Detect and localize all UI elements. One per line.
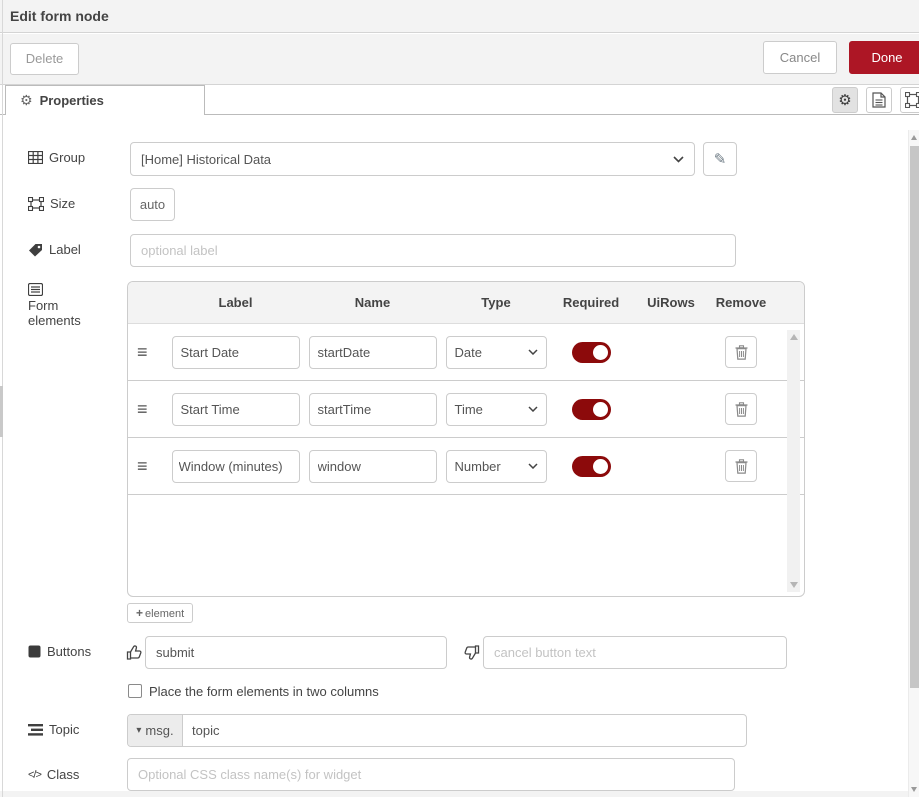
- col-required: Required: [551, 295, 631, 310]
- dialog-scrollbar[interactable]: [908, 130, 919, 797]
- group-select[interactable]: [Home] Historical Data: [130, 142, 695, 176]
- topic-value[interactable]: topic: [183, 715, 746, 746]
- label-input[interactable]: [130, 234, 736, 267]
- properties-gear-button[interactable]: ⚙: [832, 87, 858, 113]
- size-icon: [28, 197, 44, 211]
- toggle-knob: [593, 345, 608, 360]
- scrollbar-thumb[interactable]: [910, 146, 919, 688]
- drag-handle-icon[interactable]: ≡: [137, 399, 167, 420]
- toggle-knob: [593, 402, 608, 417]
- chevron-down-icon: [673, 156, 684, 163]
- element-name-input[interactable]: [309, 450, 437, 483]
- tasks-icon: [28, 724, 43, 736]
- dialog-title: Edit form node: [0, 0, 919, 33]
- drag-handle-icon[interactable]: ≡: [137, 456, 167, 477]
- element-type-select[interactable]: Number: [446, 450, 547, 483]
- workspace-edge-notch: [0, 386, 3, 437]
- submit-button-text-input[interactable]: [145, 636, 447, 669]
- two-columns-checkbox[interactable]: [128, 684, 142, 698]
- plus-icon: +: [136, 606, 143, 620]
- description-doc-button[interactable]: [866, 87, 892, 113]
- pencil-icon: ✎: [714, 150, 727, 168]
- scroll-down-arrow[interactable]: [911, 787, 917, 792]
- required-toggle[interactable]: [572, 399, 611, 420]
- dialog-toolbar: Delete Cancel Done: [0, 34, 919, 84]
- cancel-button-text-input[interactable]: [483, 636, 787, 669]
- remove-element-button[interactable]: [725, 393, 757, 425]
- done-button[interactable]: Done: [849, 41, 919, 74]
- thumbs-down-icon: [463, 644, 480, 661]
- table-icon: [28, 151, 43, 164]
- gear-icon: ⚙: [20, 92, 33, 108]
- table-scrollbar[interactable]: [787, 330, 800, 592]
- form-element-row: ≡ Number: [128, 438, 804, 495]
- cancel-button[interactable]: Cancel: [763, 41, 837, 74]
- scroll-up-arrow[interactable]: [790, 334, 798, 340]
- topic-type-select[interactable]: ▾ msg.: [128, 715, 183, 746]
- tag-icon: [28, 243, 43, 257]
- scroll-up-arrow[interactable]: [911, 135, 917, 140]
- add-element-button[interactable]: +element: [127, 603, 193, 623]
- size-auto-button[interactable]: auto: [130, 188, 175, 221]
- size-label: Size: [28, 196, 75, 211]
- element-name-input[interactable]: [309, 393, 437, 426]
- drag-handle-icon[interactable]: ≡: [137, 342, 167, 363]
- element-label-input[interactable]: [172, 336, 300, 369]
- group-label: Group: [28, 150, 85, 165]
- tab-properties[interactable]: ⚙ Properties: [5, 85, 205, 115]
- square-icon: [28, 645, 41, 658]
- form-element-row: ≡ Date: [128, 324, 804, 381]
- edit-form-node-dialog: Edit form node Delete Cancel Done ⚙ Prope…: [0, 0, 919, 797]
- form-element-row: ≡ Time: [128, 381, 804, 438]
- delete-button[interactable]: Delete: [10, 43, 79, 75]
- trash-icon: [735, 402, 748, 417]
- chevron-down-icon: [528, 463, 538, 469]
- object-group-icon: [905, 92, 919, 108]
- label-label: Label: [28, 242, 81, 257]
- col-type: Type: [441, 295, 551, 310]
- group-select-value: [Home] Historical Data: [141, 152, 271, 167]
- form-elements-label: Form elements: [28, 283, 106, 328]
- edit-group-button[interactable]: ✎: [703, 142, 737, 176]
- toggle-knob: [593, 459, 608, 474]
- chevron-down-icon: [528, 406, 538, 412]
- class-input[interactable]: [127, 758, 735, 791]
- chevron-down-icon: [528, 349, 538, 355]
- dialog-bottom-edge: [0, 791, 908, 797]
- element-label-input[interactable]: [172, 450, 300, 483]
- list-alt-icon: [28, 283, 43, 296]
- form-elements-table: Label Name Type Required UiRows Remove ≡…: [127, 281, 805, 597]
- buttons-label: Buttons: [28, 644, 91, 659]
- element-type-select[interactable]: Date: [446, 336, 547, 369]
- element-name-input[interactable]: [309, 336, 437, 369]
- col-uirows: UiRows: [631, 295, 711, 310]
- element-type-select[interactable]: Time: [446, 393, 547, 426]
- appearance-button[interactable]: [900, 87, 919, 113]
- table-header: Label Name Type Required UiRows Remove: [128, 282, 804, 324]
- scroll-down-arrow[interactable]: [790, 582, 798, 588]
- col-remove: Remove: [711, 295, 771, 310]
- tab-properties-label: Properties: [40, 93, 104, 108]
- col-label: Label: [167, 295, 304, 310]
- required-toggle[interactable]: [572, 342, 611, 363]
- caret-down-icon: ▾: [136, 725, 141, 736]
- code-icon: </>: [28, 769, 41, 781]
- trash-icon: [735, 345, 748, 360]
- element-label-input[interactable]: [172, 393, 300, 426]
- class-label: </> Class: [28, 767, 79, 782]
- topic-typed-input[interactable]: ▾ msg. topic: [127, 714, 747, 747]
- topic-type-label: msg.: [145, 723, 173, 738]
- thumbs-up-icon: [126, 644, 143, 661]
- trash-icon: [735, 459, 748, 474]
- remove-element-button[interactable]: [725, 450, 757, 482]
- two-columns-label: Place the form elements in two columns: [149, 684, 379, 699]
- required-toggle[interactable]: [572, 456, 611, 477]
- remove-element-button[interactable]: [725, 336, 757, 368]
- document-icon: [872, 92, 886, 108]
- col-name: Name: [304, 295, 441, 310]
- gear-icon: ⚙: [838, 91, 851, 109]
- topic-label: Topic: [28, 722, 79, 737]
